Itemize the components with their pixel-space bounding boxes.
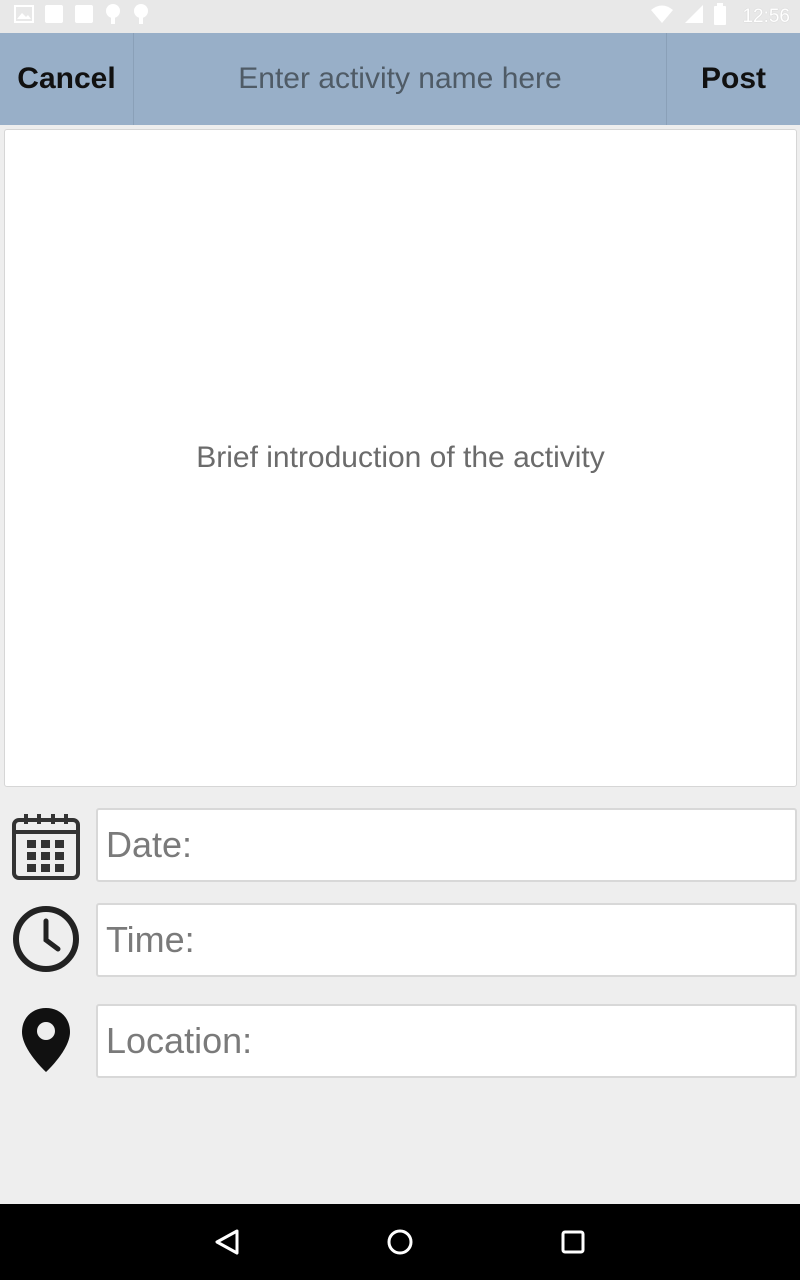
square-icon — [44, 4, 64, 29]
description-textarea[interactable]: Brief introduction of the activity — [4, 129, 797, 787]
time-label: Time: — [106, 919, 195, 960]
status-right-icons: 12:56 — [650, 3, 790, 30]
date-field[interactable]: Date: — [96, 808, 797, 882]
home-icon[interactable] — [370, 1212, 430, 1272]
android-icon — [104, 3, 122, 30]
status-bar: 12:56 — [0, 0, 800, 33]
location-pin-icon[interactable] — [12, 1006, 80, 1074]
recents-icon[interactable] — [543, 1212, 603, 1272]
android-icon — [132, 3, 150, 30]
post-button[interactable]: Post — [666, 33, 800, 125]
status-left-icons — [14, 3, 150, 30]
back-icon[interactable] — [197, 1212, 257, 1272]
wifi-icon — [650, 4, 674, 29]
image-icon — [14, 5, 34, 28]
top-action-bar: Cancel Post — [0, 33, 800, 125]
cancel-button[interactable]: Cancel — [0, 33, 134, 125]
activity-name-input[interactable] — [134, 33, 666, 125]
signal-icon — [684, 4, 704, 29]
status-time: 12:56 — [742, 5, 790, 27]
location-label: Location: — [106, 1020, 253, 1061]
location-field[interactable]: Location: — [96, 1004, 797, 1078]
battery-icon — [714, 3, 727, 30]
navigation-bar — [0, 1204, 800, 1280]
square-icon — [74, 4, 94, 29]
description-placeholder: Brief introduction of the activity — [196, 441, 605, 474]
time-field[interactable]: Time: — [96, 903, 797, 977]
screen: 12:56 Cancel Post Brief introduction of … — [0, 0, 800, 1280]
calendar-icon[interactable] — [12, 812, 80, 880]
date-label: Date: — [106, 824, 193, 865]
clock-icon[interactable] — [12, 905, 80, 973]
